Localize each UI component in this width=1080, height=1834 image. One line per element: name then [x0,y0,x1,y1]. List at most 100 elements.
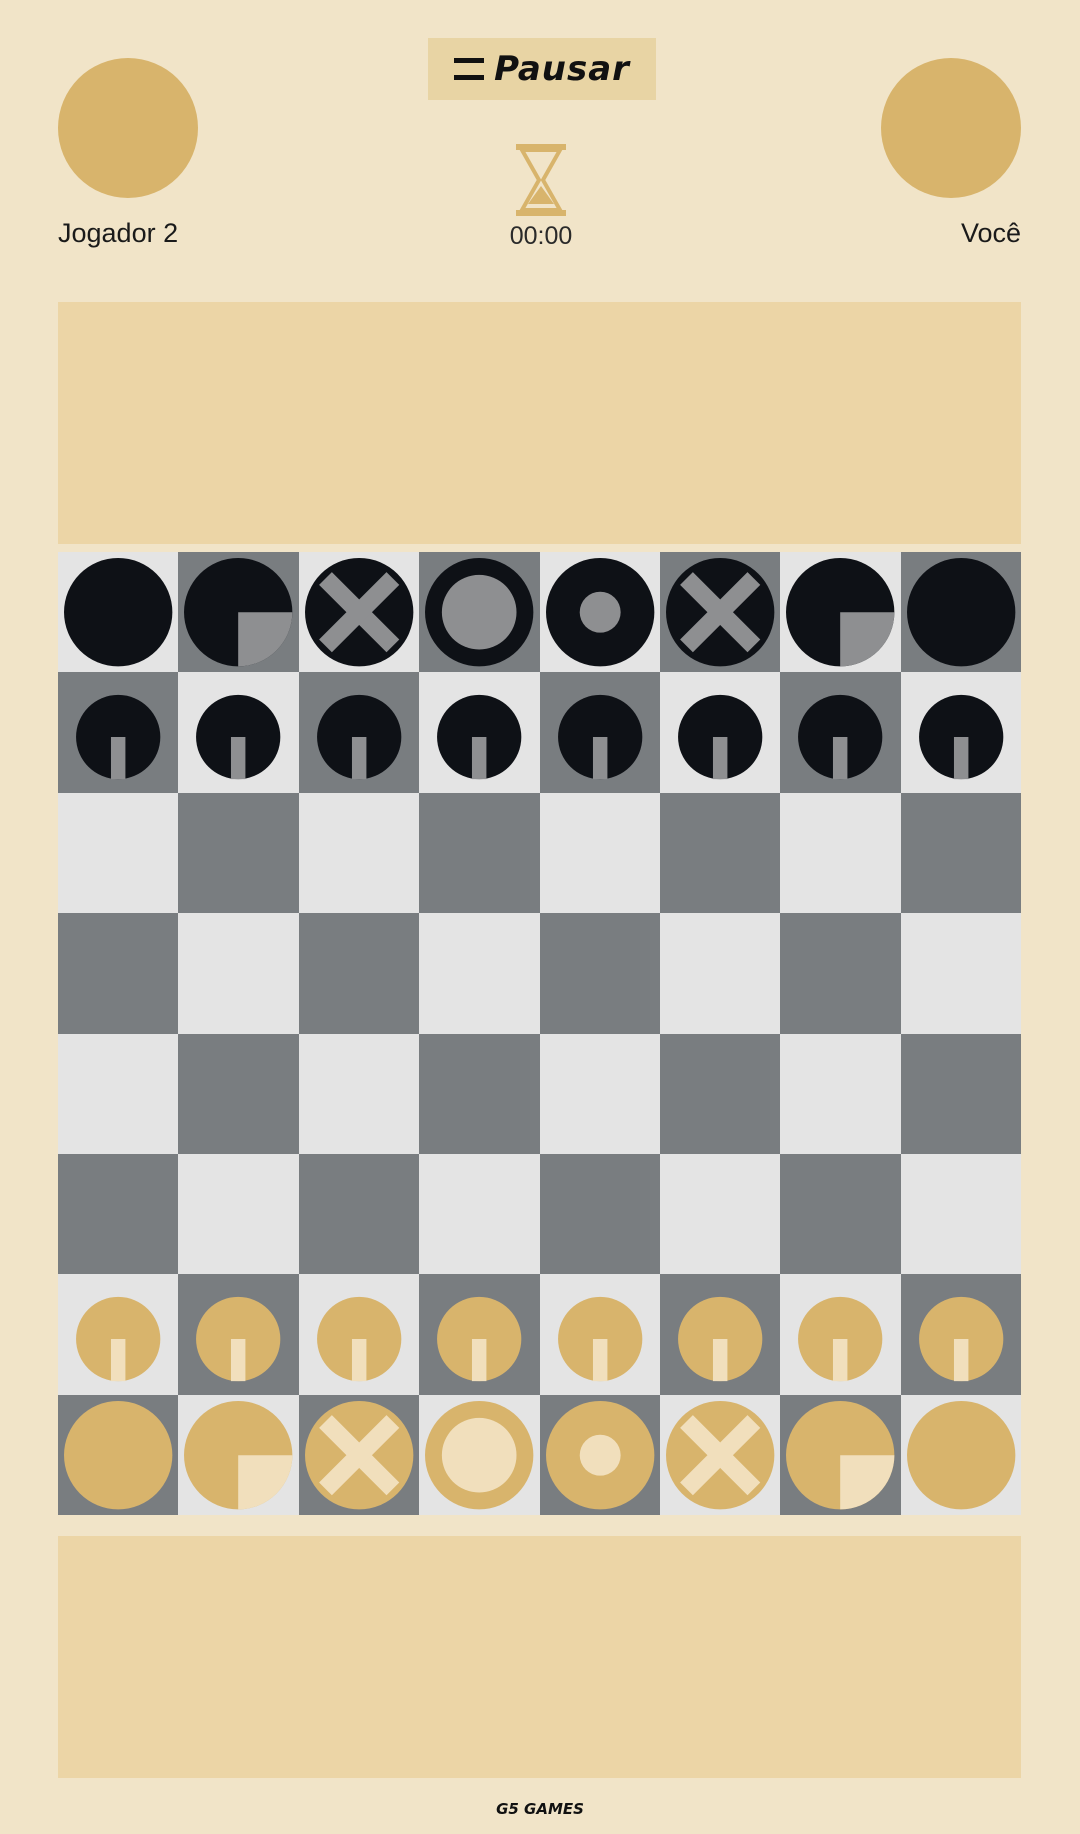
square-g1[interactable] [780,1394,901,1515]
black-pawn-piece[interactable] [58,672,178,792]
black-bishop-piece[interactable] [299,552,419,672]
square-d4[interactable] [419,1033,540,1154]
square-b4[interactable] [178,1033,299,1154]
square-e2[interactable] [539,1274,660,1395]
square-h8[interactable] [900,552,1021,673]
square-f8[interactable] [659,552,781,673]
square-e6[interactable] [539,792,660,914]
square-g8[interactable] [780,552,901,673]
gold-pawn-piece[interactable] [58,1274,178,1394]
square-g4[interactable] [780,1033,901,1154]
gold-bishop-piece[interactable] [660,1395,780,1515]
black-pawn-piece[interactable] [660,672,780,792]
square-h5[interactable] [900,913,1021,1034]
square-c7[interactable] [298,672,420,793]
square-b3[interactable] [178,1153,299,1275]
gold-pawn-piece[interactable] [540,1274,660,1394]
black-rook-piece[interactable] [58,552,178,672]
pause-button[interactable]: Pausar [428,38,656,100]
square-f6[interactable] [659,792,781,914]
square-d1[interactable] [419,1394,540,1515]
black-pawn-piece[interactable] [419,672,539,792]
gold-pawn-piece[interactable] [178,1274,298,1394]
square-g7[interactable] [780,672,901,793]
gold-king-piece[interactable] [540,1395,660,1515]
square-g2[interactable] [780,1274,901,1395]
square-a6[interactable] [58,792,179,914]
square-b1[interactable] [178,1394,299,1515]
square-f5[interactable] [659,913,781,1034]
gold-pawn-piece[interactable] [901,1274,1021,1394]
square-a8[interactable] [58,552,179,673]
chess-board[interactable] [58,552,1021,1515]
black-knight-piece[interactable] [780,552,900,672]
gold-queen-piece[interactable] [419,1395,539,1515]
square-d3[interactable] [419,1153,540,1275]
square-h7[interactable] [900,672,1021,793]
square-h2[interactable] [900,1274,1021,1395]
square-a1[interactable] [58,1394,179,1515]
gold-knight-piece[interactable] [780,1395,900,1515]
black-pawn-piece[interactable] [780,672,900,792]
square-c1[interactable] [298,1394,420,1515]
square-c3[interactable] [298,1153,420,1275]
square-e4[interactable] [539,1033,660,1154]
square-a3[interactable] [58,1153,179,1275]
square-e5[interactable] [539,913,660,1034]
black-bishop-piece[interactable] [660,552,780,672]
square-g3[interactable] [780,1153,901,1275]
gold-pawn-piece[interactable] [419,1274,539,1394]
square-f2[interactable] [659,1274,781,1395]
square-e1[interactable] [539,1394,660,1515]
square-h4[interactable] [900,1033,1021,1154]
gold-bishop-piece[interactable] [299,1395,419,1515]
square-a7[interactable] [58,672,179,793]
square-d6[interactable] [419,792,540,914]
black-king-piece[interactable] [540,552,660,672]
gold-pawn-piece[interactable] [299,1274,419,1394]
black-knight-piece[interactable] [178,552,298,672]
square-c6[interactable] [298,792,420,914]
square-c8[interactable] [298,552,420,673]
black-pawn-piece[interactable] [178,672,298,792]
square-f1[interactable] [659,1394,781,1515]
square-e3[interactable] [539,1153,660,1275]
gold-knight-piece[interactable] [178,1395,298,1515]
gold-rook-piece[interactable] [901,1395,1021,1515]
square-b2[interactable] [178,1274,299,1395]
square-g5[interactable] [780,913,901,1034]
square-d2[interactable] [419,1274,540,1395]
square-e8[interactable] [539,552,660,673]
black-pawn-piece[interactable] [540,672,660,792]
square-d7[interactable] [419,672,540,793]
square-h3[interactable] [900,1153,1021,1275]
square-f7[interactable] [659,672,781,793]
square-a5[interactable] [58,913,179,1034]
gold-pawn-piece[interactable] [660,1274,780,1394]
square-h1[interactable] [900,1394,1021,1515]
black-rook-piece[interactable] [901,552,1021,672]
square-e7[interactable] [539,672,660,793]
gold-rook-piece[interactable] [58,1395,178,1515]
square-b8[interactable] [178,552,299,673]
square-g6[interactable] [780,792,901,914]
black-pawn-piece[interactable] [901,672,1021,792]
square-h6[interactable] [900,792,1021,914]
black-queen-piece[interactable] [419,552,539,672]
square-a2[interactable] [58,1274,179,1395]
square-c4[interactable] [298,1033,420,1154]
square-d8[interactable] [419,552,540,673]
square-b6[interactable] [178,792,299,914]
gold-pawn-piece[interactable] [780,1274,900,1394]
square-a4[interactable] [58,1033,179,1154]
square-b5[interactable] [178,913,299,1034]
square-d5[interactable] [419,913,540,1034]
opponent-name: Jogador 2 [58,218,179,248]
square-c2[interactable] [298,1274,420,1395]
black-pawn-piece[interactable] [299,672,419,792]
square-f4[interactable] [659,1033,781,1154]
square-f3[interactable] [659,1153,781,1275]
square-c5[interactable] [298,913,420,1034]
square-b7[interactable] [178,672,299,793]
pause-icon [454,58,485,80]
